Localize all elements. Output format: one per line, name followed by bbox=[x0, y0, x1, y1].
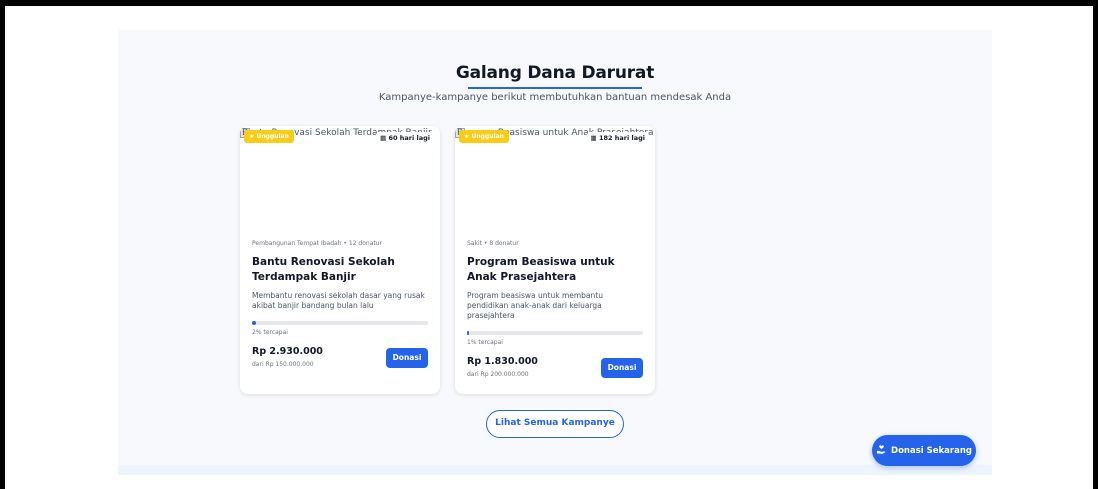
campaign-image[interactable]: Program Beasiswa untuk Anak Prasejahtera… bbox=[455, 126, 655, 230]
campaign-description: Program beasiswa untuk membantu pendidik… bbox=[467, 291, 603, 320]
featured-badge: ★ Unggulan bbox=[244, 130, 294, 143]
campaign-category: Sakit bbox=[467, 240, 482, 247]
campaign-category: Pembangunan Tempat Ibadah bbox=[252, 240, 342, 247]
featured-badge: ★ Unggulan bbox=[459, 130, 509, 143]
days-left-badge: ▦ 60 hari lagi bbox=[376, 132, 434, 144]
fab-label: Donasi Sekarang bbox=[891, 445, 972, 456]
calendar-icon: ▦ bbox=[590, 134, 599, 142]
campaign-meta: Sakit • 8 donatur bbox=[467, 240, 643, 247]
see-all-campaigns-button[interactable]: Lihat Semua Kampanye bbox=[486, 410, 624, 438]
days-left-badge: ▦ 182 hari lagi bbox=[586, 132, 649, 144]
hand-heart-icon bbox=[876, 444, 887, 458]
campaign-title[interactable]: Bantu Renovasi Sekolah Terdampak Banjir bbox=[252, 255, 428, 285]
section-title-underline bbox=[468, 87, 642, 89]
campaign-meta: Pembangunan Tempat Ibadah • 12 donatur bbox=[252, 240, 428, 247]
progress-fill bbox=[252, 321, 256, 325]
donate-button[interactable]: Donasi bbox=[601, 358, 643, 378]
section-title: Galang Dana Darurat bbox=[455, 63, 655, 83]
days-left-label: 182 hari lagi bbox=[598, 134, 645, 142]
campaign-donors: 12 donatur bbox=[348, 240, 382, 247]
window-frame-left bbox=[0, 0, 5, 489]
target-amount: dari Rp 200.000.000 bbox=[467, 371, 529, 378]
days-left-label: 60 hari lagi bbox=[388, 134, 430, 142]
campaign-title[interactable]: Program Beasiswa untuk Anak Prasejahtera bbox=[467, 255, 643, 285]
donate-now-fab[interactable]: Donasi Sekarang bbox=[872, 435, 976, 466]
window-frame-right bbox=[1093, 0, 1098, 489]
campaign-description: Membantu renovasi sekolah dasar yang rus… bbox=[252, 291, 425, 310]
section-subtitle: Kampanye-kampanye berikut membutuhkan ba… bbox=[378, 92, 732, 103]
emergency-fundraising-section: Galang Dana Darurat Kampanye-kampanye be… bbox=[118, 30, 992, 475]
window-frame-top bbox=[0, 0, 1098, 6]
donate-button[interactable]: Donasi bbox=[386, 348, 428, 368]
campaign-image[interactable]: Bantu Renovasi Sekolah Terdampak Banjir … bbox=[240, 126, 440, 230]
section-bottom-strip bbox=[118, 465, 992, 475]
progress-bar bbox=[467, 331, 643, 335]
progress-bar bbox=[252, 321, 428, 325]
campaign-donors: 8 donatur bbox=[489, 240, 519, 247]
featured-badge-label: Unggulan bbox=[471, 133, 504, 140]
progress-label: 1% tercapai bbox=[467, 339, 503, 346]
campaign-card[interactable]: Program Beasiswa untuk Anak Prasejahtera… bbox=[455, 126, 655, 394]
target-amount: dari Rp 150.000.000 bbox=[252, 361, 314, 368]
campaign-card[interactable]: Bantu Renovasi Sekolah Terdampak Banjir … bbox=[240, 126, 440, 394]
featured-badge-label: Unggulan bbox=[256, 133, 289, 140]
progress-fill bbox=[467, 331, 469, 335]
raised-amount: Rp 1.830.000 bbox=[467, 356, 538, 367]
raised-amount: Rp 2.930.000 bbox=[252, 346, 323, 357]
progress-label: 2% tercapai bbox=[252, 329, 288, 336]
